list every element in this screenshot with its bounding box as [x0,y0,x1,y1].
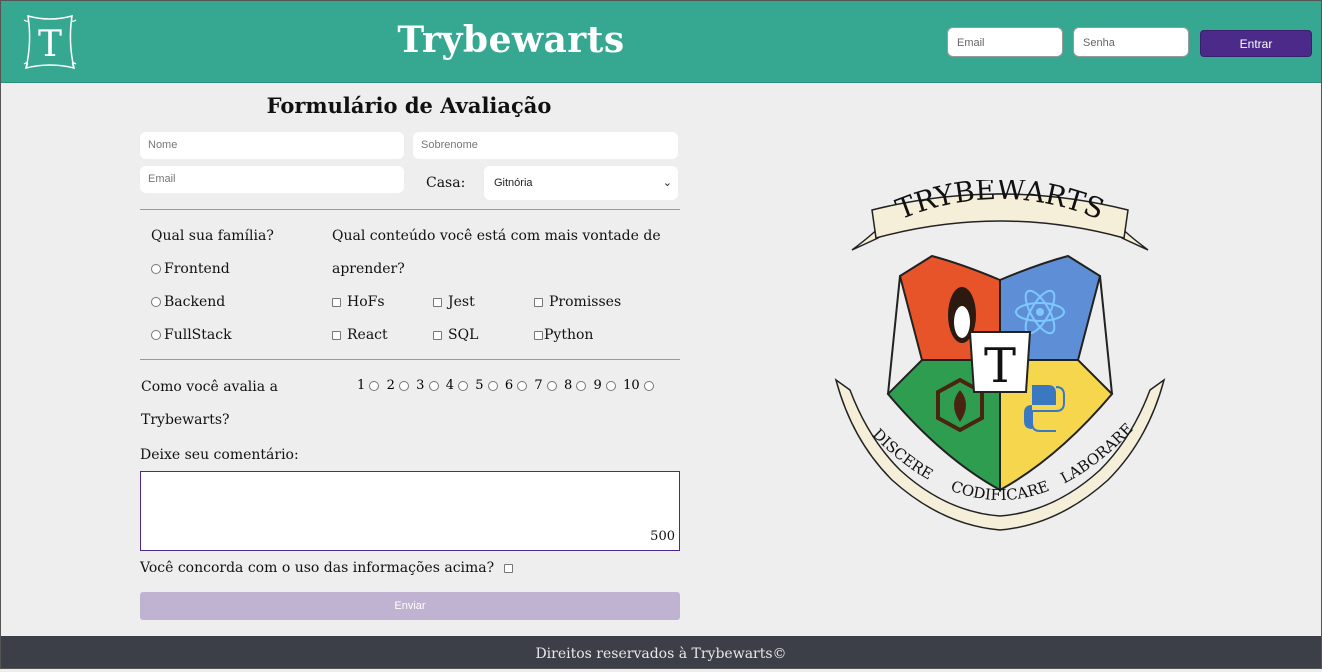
email-input[interactable]: Email [140,166,404,193]
family-question: Qual sua família? [151,228,274,244]
checkbox-icon[interactable] [534,297,543,307]
radio-icon[interactable] [605,380,616,391]
radio-icon[interactable] [151,264,161,274]
footer-text: Direitos reservados à Trybewarts© [535,646,787,662]
checkbox-icon[interactable] [534,330,543,340]
rate-option-1[interactable]: 1 [357,378,382,393]
comment-label: Deixe seu comentário: [140,447,299,463]
subject-option-promisses[interactable]: Promisses [534,294,621,310]
radio-icon[interactable] [369,380,380,391]
subject-option-hofs[interactable]: HoFs [332,294,385,310]
subject-option-jest[interactable]: Jest [433,294,475,310]
house-label: Casa: [426,175,466,191]
comment-textarea[interactable]: 500 [140,471,680,551]
form-title: Formulário de Avaliação [266,93,552,118]
trybewarts-crest-icon: T TRYBEWARTS DISCERE CODIFICARE LABORARE [834,180,1166,531]
content-question-cont: aprender? [332,261,405,277]
brand-title: Trybewarts [397,19,625,61]
login-button[interactable]: Entrar [1200,30,1312,57]
rate-option-2[interactable]: 2 [387,378,412,393]
rate-label-cont: Trybewarts? [141,412,230,428]
shield: T [886,254,1114,492]
rate-label: Como você avalia a [141,379,278,395]
checkbox-icon[interactable] [332,330,341,340]
agreement-label: Você concorda com o uso das informações … [140,560,513,576]
rate-option-9[interactable]: 9 [594,378,619,393]
radio-icon[interactable] [517,380,528,391]
rate-option-7[interactable]: 7 [534,378,559,393]
rate-option-4[interactable]: 4 [446,378,471,393]
trybewarts-logo-icon: T [23,14,77,70]
radio-icon[interactable] [151,297,161,307]
house-select[interactable]: Gitnória ⌄ [484,166,678,200]
rate-option-10[interactable]: 10 [623,378,657,393]
radio-icon[interactable] [428,380,439,391]
svg-text:T: T [984,338,1016,394]
name-input[interactable]: Nome [140,132,404,159]
rate-option-3[interactable]: 3 [416,378,441,393]
rating-group: 1 2 3 4 5 6 7 8 9 10 [357,378,657,393]
character-counter: 500 [650,529,675,544]
radio-icon[interactable] [487,380,498,391]
rate-option-8[interactable]: 8 [564,378,589,393]
login-password-input[interactable]: Senha [1073,27,1189,57]
checkbox-icon[interactable] [332,297,341,307]
radio-icon[interactable] [458,380,469,391]
svg-text:T: T [38,24,62,65]
divider [140,209,680,210]
checkbox-icon[interactable] [433,297,442,307]
content-question: Qual conteúdo você está com mais vontade… [332,228,661,244]
subject-option-sql[interactable]: SQL [433,327,478,343]
family-option-backend[interactable]: Backend [151,294,225,310]
radio-icon[interactable] [546,380,557,391]
subject-option-react[interactable]: React [332,327,388,343]
checkbox-icon[interactable] [433,330,442,340]
submit-button[interactable]: Enviar [140,592,680,620]
radio-icon[interactable] [643,380,654,391]
radio-icon[interactable] [576,380,587,391]
chevron-down-icon: ⌄ [662,177,672,189]
top-header: T Trybewarts Email Senha Entrar [1,1,1321,83]
subject-option-python[interactable]: Python [534,327,593,343]
house-select-value: Gitnória [494,177,533,189]
rate-option-5[interactable]: 5 [475,378,500,393]
rate-option-6[interactable]: 6 [505,378,530,393]
divider [140,359,680,360]
family-option-fullstack[interactable]: FullStack [151,327,232,343]
surname-input[interactable]: Sobrenome [413,132,678,159]
agreement-checkbox[interactable] [503,563,513,573]
radio-icon[interactable] [151,330,161,340]
footer: Direitos reservados à Trybewarts© [1,636,1321,668]
login-email-input[interactable]: Email [947,27,1063,57]
radio-icon[interactable] [398,380,409,391]
family-option-frontend[interactable]: Frontend [151,261,230,277]
